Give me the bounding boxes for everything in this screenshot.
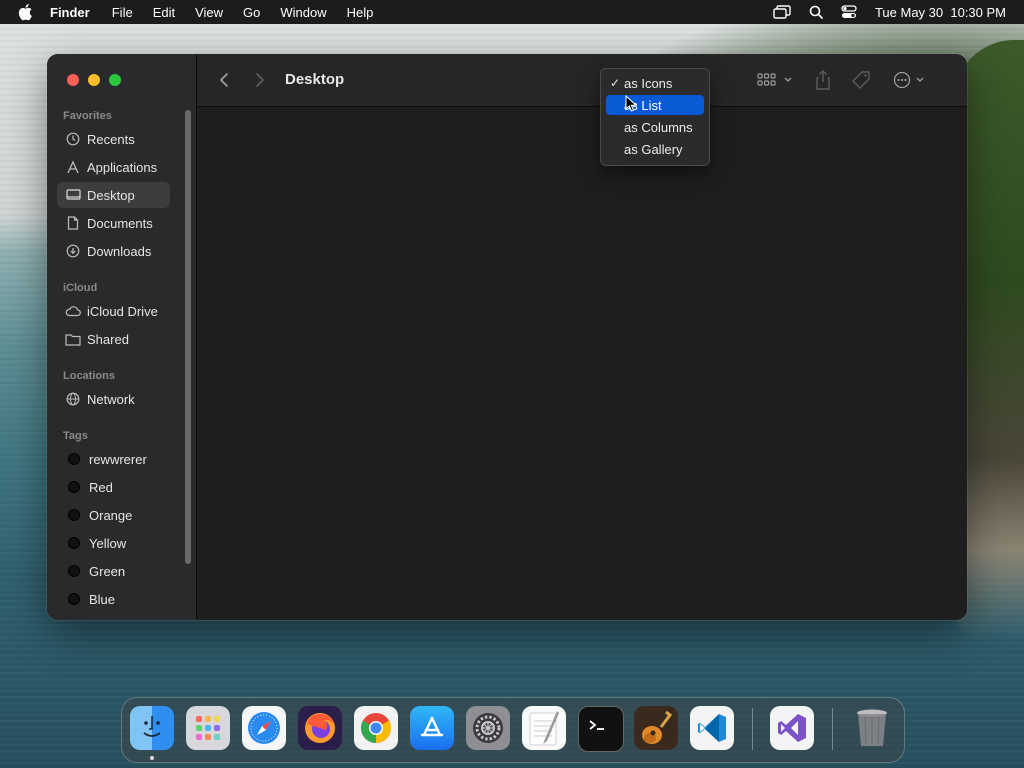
dock-finder-icon[interactable] (130, 706, 174, 750)
toolbar: Desktop (197, 54, 967, 107)
applications-icon (65, 159, 81, 175)
tag-dot-icon (68, 453, 80, 465)
sidebar-section-locations: Locations (63, 370, 115, 382)
globe-icon (65, 391, 81, 407)
sidebar-item-label: Desktop (87, 187, 135, 203)
sidebar-item-label: Yellow (89, 535, 127, 551)
sidebar-tag-orange[interactable]: Orange (57, 502, 170, 528)
sidebar-item-label: Red (89, 479, 113, 495)
view-mode-menu: ✓ as Icons as List as Columns as Gallery (600, 68, 710, 166)
dock-trash-icon[interactable] (850, 706, 894, 750)
menu-edit[interactable]: Edit (153, 5, 175, 20)
sidebar-item-label: Applications (87, 159, 158, 175)
document-icon (65, 215, 81, 231)
desktop-icon (65, 187, 81, 203)
tag-dot-icon (68, 565, 80, 577)
control-center-icon[interactable] (841, 5, 857, 19)
downloads-icon (65, 243, 81, 259)
sidebar-item-network[interactable]: Network (57, 386, 170, 412)
tag-dot-icon (68, 537, 80, 549)
dock-visual-studio-icon[interactable] (770, 706, 814, 750)
menu-item-as-icons[interactable]: ✓ as Icons (606, 73, 704, 93)
sidebar-section-favorites: Favorites (63, 110, 112, 122)
window-controls (67, 74, 121, 86)
sidebar-item-label: Documents (87, 215, 153, 231)
tag-dot-icon (68, 509, 80, 521)
view-options-button[interactable] (757, 70, 795, 90)
tag-dot-icon (68, 481, 80, 493)
dock-system-settings-icon[interactable] (466, 706, 510, 750)
sidebar-item-label: Downloads (87, 243, 152, 259)
dock-vscode-icon[interactable] (690, 706, 734, 750)
sidebar-item-label: rewwrerer (89, 451, 147, 467)
dock-firefox-icon[interactable] (298, 706, 342, 750)
forward-button[interactable] (255, 70, 265, 90)
file-browser-area[interactable] (197, 107, 967, 620)
sidebar-item-icloud-drive[interactable]: iCloud Drive (57, 298, 170, 324)
back-button[interactable] (219, 70, 229, 90)
sidebar-item-label: Network (87, 391, 135, 407)
menu-app-name[interactable]: Finder (50, 5, 90, 20)
finder-window: Favorites Recents Applications Desktop D… (47, 54, 967, 620)
dock-launchpad-icon[interactable] (186, 706, 230, 750)
menu-file[interactable]: File (112, 5, 133, 20)
sidebar-section-tags: Tags (63, 430, 88, 442)
dock-separator (752, 708, 753, 750)
dock-safari-icon[interactable] (242, 706, 286, 750)
menu-item-as-list[interactable]: as List (606, 95, 704, 115)
menu-bar: Finder File Edit View Go Window Help Tue… (0, 0, 1024, 24)
zoom-button[interactable] (109, 74, 121, 86)
dock-chrome-icon[interactable] (354, 706, 398, 750)
more-actions-button[interactable] (893, 70, 929, 90)
dock-garageband-icon[interactable] (634, 706, 678, 750)
sidebar-item-label: Orange (89, 507, 133, 523)
sidebar: Favorites Recents Applications Desktop D… (47, 54, 197, 620)
sidebar-item-desktop[interactable]: Desktop (57, 182, 170, 208)
sidebar-tag-red[interactable]: Red (57, 474, 170, 500)
sidebar-item-label: Shared (87, 331, 129, 347)
menu-window[interactable]: Window (280, 5, 326, 20)
menu-view[interactable]: View (195, 5, 223, 20)
sidebar-item-label: Blue (89, 591, 116, 607)
sidebar-tag-green[interactable]: Green (57, 558, 170, 584)
sidebar-item-applications[interactable]: Applications (57, 154, 170, 180)
sidebar-tag-yellow[interactable]: Yellow (57, 530, 170, 556)
menu-item-as-columns[interactable]: as Columns (606, 117, 704, 137)
sidebar-item-recents[interactable]: Recents (57, 126, 170, 152)
sidebar-item-documents[interactable]: Documents (57, 210, 170, 236)
dock-separator (832, 708, 833, 750)
dock-app-store-icon[interactable] (410, 706, 454, 750)
close-button[interactable] (67, 74, 79, 86)
screen-mirroring-icon[interactable] (773, 5, 791, 19)
mouse-pointer-icon (625, 94, 638, 117)
sidebar-scrollbar[interactable] (185, 110, 191, 564)
tag-dot-icon (68, 593, 80, 605)
tag-icon[interactable] (851, 70, 871, 90)
clock-icon (65, 131, 81, 147)
sidebar-item-label: Green (89, 563, 126, 579)
menu-item-as-gallery[interactable]: as Gallery (606, 139, 704, 159)
running-indicator (150, 756, 154, 760)
menu-help[interactable]: Help (347, 5, 374, 20)
share-icon[interactable] (815, 70, 831, 90)
dock (121, 697, 905, 763)
dock-textedit-icon[interactable] (522, 706, 566, 750)
sidebar-item-label: iCloud Drive (87, 303, 158, 319)
sidebar-item-shared[interactable]: Shared (57, 326, 170, 352)
menubar-clock[interactable]: Tue May 30 10:30 PM (875, 5, 1006, 20)
window-title: Desktop (285, 71, 345, 88)
sidebar-item-downloads[interactable]: Downloads (57, 238, 170, 264)
sidebar-section-icloud: iCloud (63, 282, 98, 294)
menu-go[interactable]: Go (243, 5, 260, 20)
spotlight-search-icon[interactable] (809, 5, 823, 19)
checkmark-icon: ✓ (609, 76, 621, 90)
dock-terminal-icon[interactable] (578, 706, 624, 752)
apple-icon[interactable] (18, 3, 36, 21)
sidebar-tag-blue[interactable]: Blue (57, 586, 170, 612)
minimize-button[interactable] (88, 74, 100, 86)
shared-folder-icon (65, 331, 81, 347)
cloud-icon (65, 303, 81, 319)
sidebar-item-label: Recents (87, 131, 135, 147)
sidebar-tag-rewwrerer[interactable]: rewwrerer (57, 446, 170, 472)
